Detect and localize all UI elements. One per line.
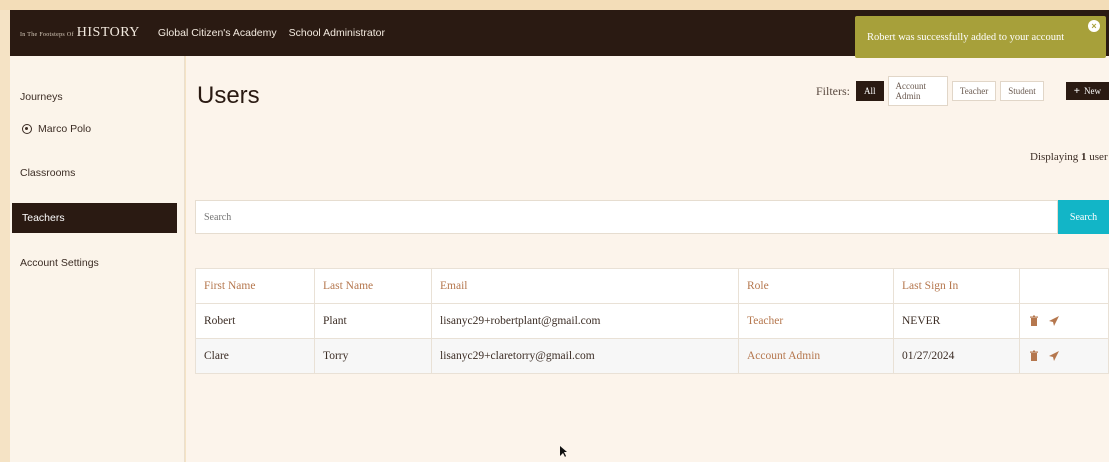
sidebar-sub-label: Marco Polo	[38, 123, 92, 135]
filters-label: Filters:	[816, 83, 851, 98]
new-user-button[interactable]: + New	[1065, 82, 1109, 100]
users-table: First Name Last Name Email Role Last Sig…	[195, 268, 1109, 374]
filter-account-admin-button[interactable]: Account Admin	[887, 76, 948, 106]
search-row: Search	[195, 200, 1109, 234]
filter-teacher-button[interactable]: Teacher	[951, 81, 997, 101]
cell-role[interactable]: Account Admin	[738, 338, 894, 374]
trash-icon[interactable]	[1028, 315, 1040, 327]
cell-actions	[1019, 303, 1109, 339]
site-logo[interactable]: In The Footsteps Of HISTORY	[20, 25, 140, 41]
col-email[interactable]: Email	[431, 268, 739, 304]
send-icon[interactable]	[1048, 315, 1060, 327]
cell-email: lisanyc29+robertplant@gmail.com	[431, 303, 739, 339]
cell-last-sign-in: NEVER	[893, 303, 1020, 339]
sidebar: Journeys Marco Polo Classrooms Teachers …	[10, 56, 185, 462]
displaying-count: Displaying 1 user	[1030, 151, 1108, 163]
cell-email: lisanyc29+claretorry@gmail.com	[431, 338, 739, 374]
cell-last-name: Torry	[314, 338, 432, 374]
plus-icon: +	[1073, 84, 1080, 97]
compass-icon	[22, 124, 32, 134]
app-frame: In The Footsteps Of HISTORY Global Citiz…	[0, 0, 1109, 462]
sidebar-item-teachers[interactable]: Teachers	[12, 203, 177, 233]
col-first-name[interactable]: First Name	[195, 268, 315, 304]
toast-message: Robert was successfully added to your ac…	[867, 31, 1065, 43]
new-button-label: New	[1084, 86, 1101, 96]
table-header-row: First Name Last Name Email Role Last Sig…	[195, 268, 1109, 304]
sidebar-item-marco-polo[interactable]: Marco Polo	[22, 123, 91, 135]
cell-last-sign-in: 01/27/2024	[893, 338, 1020, 374]
cell-last-name: Plant	[314, 303, 432, 339]
top-strip	[0, 0, 1109, 10]
table-row: Robert Plant lisanyc29+robertplant@gmail…	[195, 303, 1109, 339]
sidebar-item-journeys[interactable]: Journeys	[10, 82, 176, 112]
nav-link-academy[interactable]: Global Citizen's Academy	[158, 27, 277, 39]
sidebar-item-classrooms[interactable]: Classrooms	[10, 158, 176, 188]
col-actions	[1019, 268, 1109, 304]
col-role[interactable]: Role	[738, 268, 894, 304]
cell-actions	[1019, 338, 1109, 374]
displaying-number: 1	[1081, 151, 1087, 163]
col-last-name[interactable]: Last Name	[314, 268, 432, 304]
logo-big-text: HISTORY	[76, 25, 140, 40]
success-toast: Robert was successfully added to your ac…	[855, 16, 1106, 58]
logo-small-text: In The Footsteps Of	[20, 32, 74, 38]
sidebar-item-account-settings[interactable]: Account Settings	[10, 248, 176, 278]
cell-first-name: Clare	[195, 338, 315, 374]
close-icon[interactable]: ×	[1088, 20, 1100, 32]
filter-student-button[interactable]: Student	[1000, 81, 1044, 101]
filter-all-button[interactable]: All	[856, 81, 884, 101]
col-last-sign-in[interactable]: Last Sign In	[893, 268, 1020, 304]
send-icon[interactable]	[1048, 350, 1060, 362]
filter-bar: Filters: All Account Admin Teacher Stude…	[816, 76, 1109, 106]
cell-role[interactable]: Teacher	[738, 303, 894, 339]
displaying-suffix: user	[1089, 151, 1108, 163]
cursor-icon	[560, 446, 567, 457]
page-title: Users	[197, 82, 260, 109]
trash-icon[interactable]	[1028, 350, 1040, 362]
search-button[interactable]: Search	[1058, 200, 1109, 234]
table-row: Clare Torry lisanyc29+claretorry@gmail.c…	[195, 338, 1109, 374]
nav-link-school-admin[interactable]: School Administrator	[289, 27, 385, 39]
cell-first-name: Robert	[195, 303, 315, 339]
nav-links: Global Citizen's Academy School Administ…	[158, 27, 385, 39]
search-input[interactable]	[195, 200, 1058, 234]
main-content: Users Filters: All Account Admin Teacher…	[186, 56, 1109, 462]
displaying-prefix: Displaying	[1030, 151, 1079, 163]
